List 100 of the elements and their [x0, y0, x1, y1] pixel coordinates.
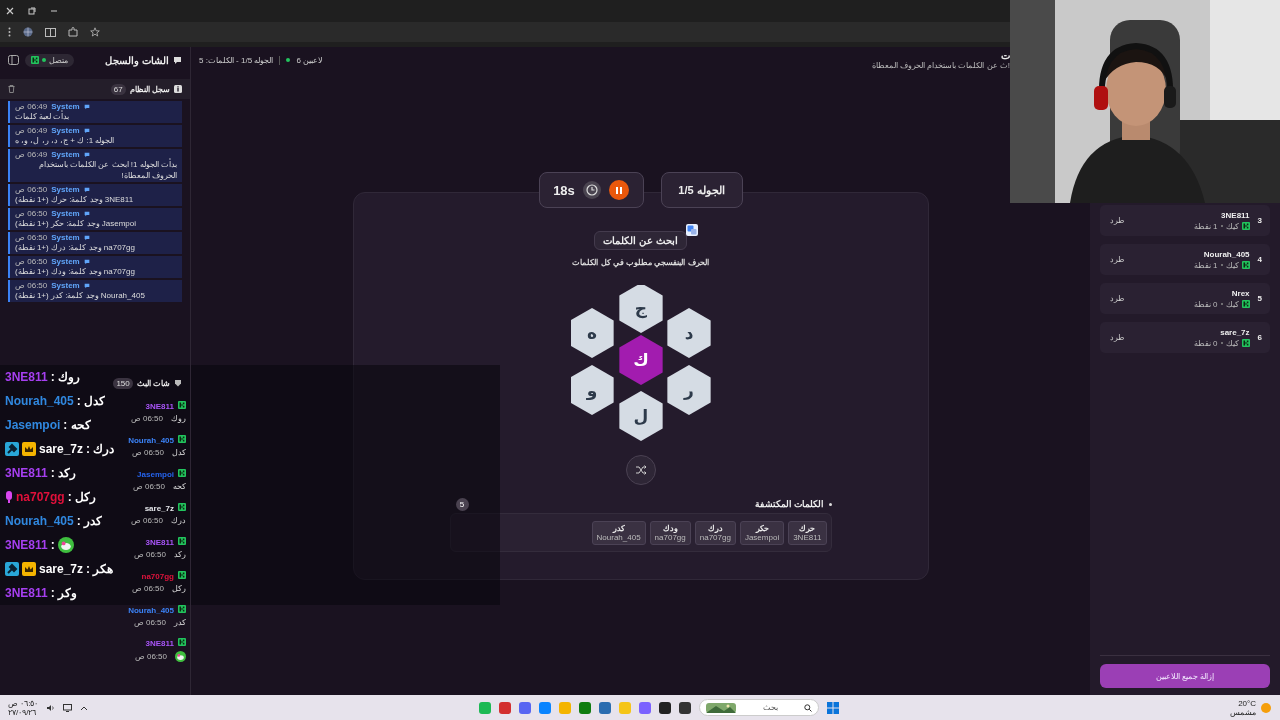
overlay-message: : روك — [50, 370, 81, 384]
overlay-message: : — [50, 538, 55, 552]
log-time: 06:50 ص — [15, 209, 48, 218]
kick-button[interactable]: طرد — [1108, 214, 1126, 227]
monitor-icon[interactable] — [63, 703, 73, 712]
letter-tile[interactable]: ج — [618, 285, 663, 333]
log-message: بدأت لعبة كلمات — [15, 111, 70, 122]
platform-icon — [1241, 261, 1250, 269]
chat-bubble-icon — [173, 55, 182, 65]
translate-icon[interactable] — [685, 224, 698, 236]
log-message: na707gg وجد كلمة: ودك (+1 نقطة) — [15, 266, 135, 277]
platform-icon — [178, 571, 186, 579]
search-field[interactable]: بحث — [699, 699, 820, 716]
chat-message: ركل — [172, 584, 186, 593]
overlay-message: : درك — [86, 442, 115, 456]
pause-button[interactable] — [608, 180, 629, 200]
overlay-username: na707gg — [16, 490, 65, 504]
remove-all-button[interactable]: إزالة جميع اللاعبين — [1100, 664, 1270, 688]
globe-icon[interactable] — [23, 27, 33, 37]
timer-value: 18s — [553, 182, 575, 198]
player-points: 0 نقطة — [1193, 338, 1218, 348]
star-icon[interactable] — [90, 27, 100, 37]
overlay-username: 3NE811 — [5, 466, 48, 480]
overlay-message: : وكر — [50, 586, 78, 600]
shuffle-button[interactable] — [625, 455, 656, 485]
emote-icon — [175, 651, 186, 662]
player-rank: 6 — [1257, 333, 1262, 342]
log-message: الجوله 1: ك + ج، د، ر، ل، و، ه — [15, 135, 115, 146]
log-source: System — [51, 233, 80, 242]
log-message: Jasempoi وجد كلمة: حكر (+1 نقطة) — [15, 218, 137, 229]
letter-tile[interactable]: ه — [570, 308, 614, 358]
kick-button[interactable]: طرد — [1108, 292, 1126, 305]
player-name: 3NE811 — [1221, 210, 1250, 220]
kick-button[interactable]: طرد — [1108, 253, 1126, 266]
trash-icon[interactable] — [8, 85, 15, 93]
platform-icon — [1241, 300, 1250, 308]
log-message: بدأت الجوله 1! ابحث عن الكلمات باستخدام الحروف المعطاة! — [37, 159, 177, 181]
chat-bubble-icon — [83, 127, 90, 134]
chat-username: Jasempoi — [137, 469, 174, 479]
log-time: 06:49 ص — [15, 102, 48, 111]
hint-text: الحرف البنفسجي مطلوب في كل الكلمات — [572, 258, 709, 267]
wrench-badge-icon — [5, 562, 19, 576]
close-icon[interactable] — [6, 7, 14, 15]
connection-status: متصل — [25, 53, 74, 67]
letter-tile[interactable]: ر — [666, 365, 711, 415]
restore-icon[interactable] — [28, 7, 36, 15]
more-icon[interactable] — [8, 27, 11, 37]
emote-icon — [57, 537, 74, 553]
letter-tile[interactable]: د — [666, 308, 711, 358]
app-icon[interactable] — [679, 701, 692, 714]
clock-icon — [585, 184, 598, 196]
letter-tile[interactable]: ل — [618, 391, 663, 441]
overlay-username: Nourah_405 — [5, 394, 74, 408]
chat-username: 3NE811 — [145, 638, 174, 648]
crown-badge-icon — [22, 562, 36, 576]
log-source: System — [51, 102, 80, 111]
chat-username: na707gg — [141, 571, 174, 581]
chat-message: كدر — [174, 618, 186, 627]
app-icon[interactable] — [659, 701, 672, 714]
chat-time: 06:50 ص — [130, 516, 163, 525]
kick-button[interactable]: طرد — [1108, 331, 1126, 344]
overlay-username: Nourah_405 — [5, 514, 74, 528]
puzzle-icon[interactable] — [68, 27, 78, 37]
panel-title: الشات والسجل — [105, 54, 169, 66]
letter-tile[interactable]: و — [570, 365, 614, 415]
platform-icon — [178, 537, 186, 545]
sidebar-toggle-icon[interactable] — [8, 55, 19, 65]
overlay-message: : كدل — [76, 394, 106, 408]
platform-icon — [178, 469, 186, 477]
overlay-username: sare_7z — [39, 562, 84, 576]
found-count: 5 — [455, 497, 469, 511]
player-points: 0 نقطة — [1193, 299, 1218, 309]
chat-title: شات البث — [136, 378, 170, 388]
letter-tile[interactable]: ك — [618, 335, 663, 385]
overlay-message: : هكر — [86, 562, 114, 576]
search-icon — [804, 703, 813, 712]
reader-icon[interactable] — [45, 27, 56, 37]
minimize-icon[interactable] — [50, 7, 58, 15]
shuffle-icon — [634, 464, 647, 476]
volume-icon[interactable] — [46, 703, 56, 712]
overlay-username: 3NE811 — [5, 538, 48, 552]
clock[interactable]: ٠٦:٥٠ ص ٢٧/٠٩/٢٦ — [8, 698, 39, 717]
wrench-badge-icon — [5, 442, 19, 456]
chat-time: 06:50 ص — [134, 652, 167, 661]
windows-icon[interactable] — [827, 701, 840, 714]
pause-icon — [615, 186, 622, 194]
players-count: 6 لاعبين — [296, 55, 324, 65]
chat-bubble-icon — [83, 282, 90, 289]
log-message: na707gg وجد كلمة: درك (+1 نقطة) — [15, 242, 135, 253]
chat-username: Nourah_405 — [128, 435, 174, 445]
shield-icon — [174, 379, 182, 387]
log-source: System — [51, 126, 80, 135]
log-time: 06:49 ص — [15, 126, 48, 135]
platform-icon — [178, 435, 186, 443]
chat-message: درك — [171, 516, 186, 525]
chat-time: 06:50 ص — [132, 482, 165, 491]
chevron-up-icon[interactable] — [80, 704, 89, 711]
log-time: 06:50 ص — [15, 185, 48, 194]
chat-username: 3NE811 — [145, 537, 174, 547]
platform-icon — [1241, 339, 1250, 347]
